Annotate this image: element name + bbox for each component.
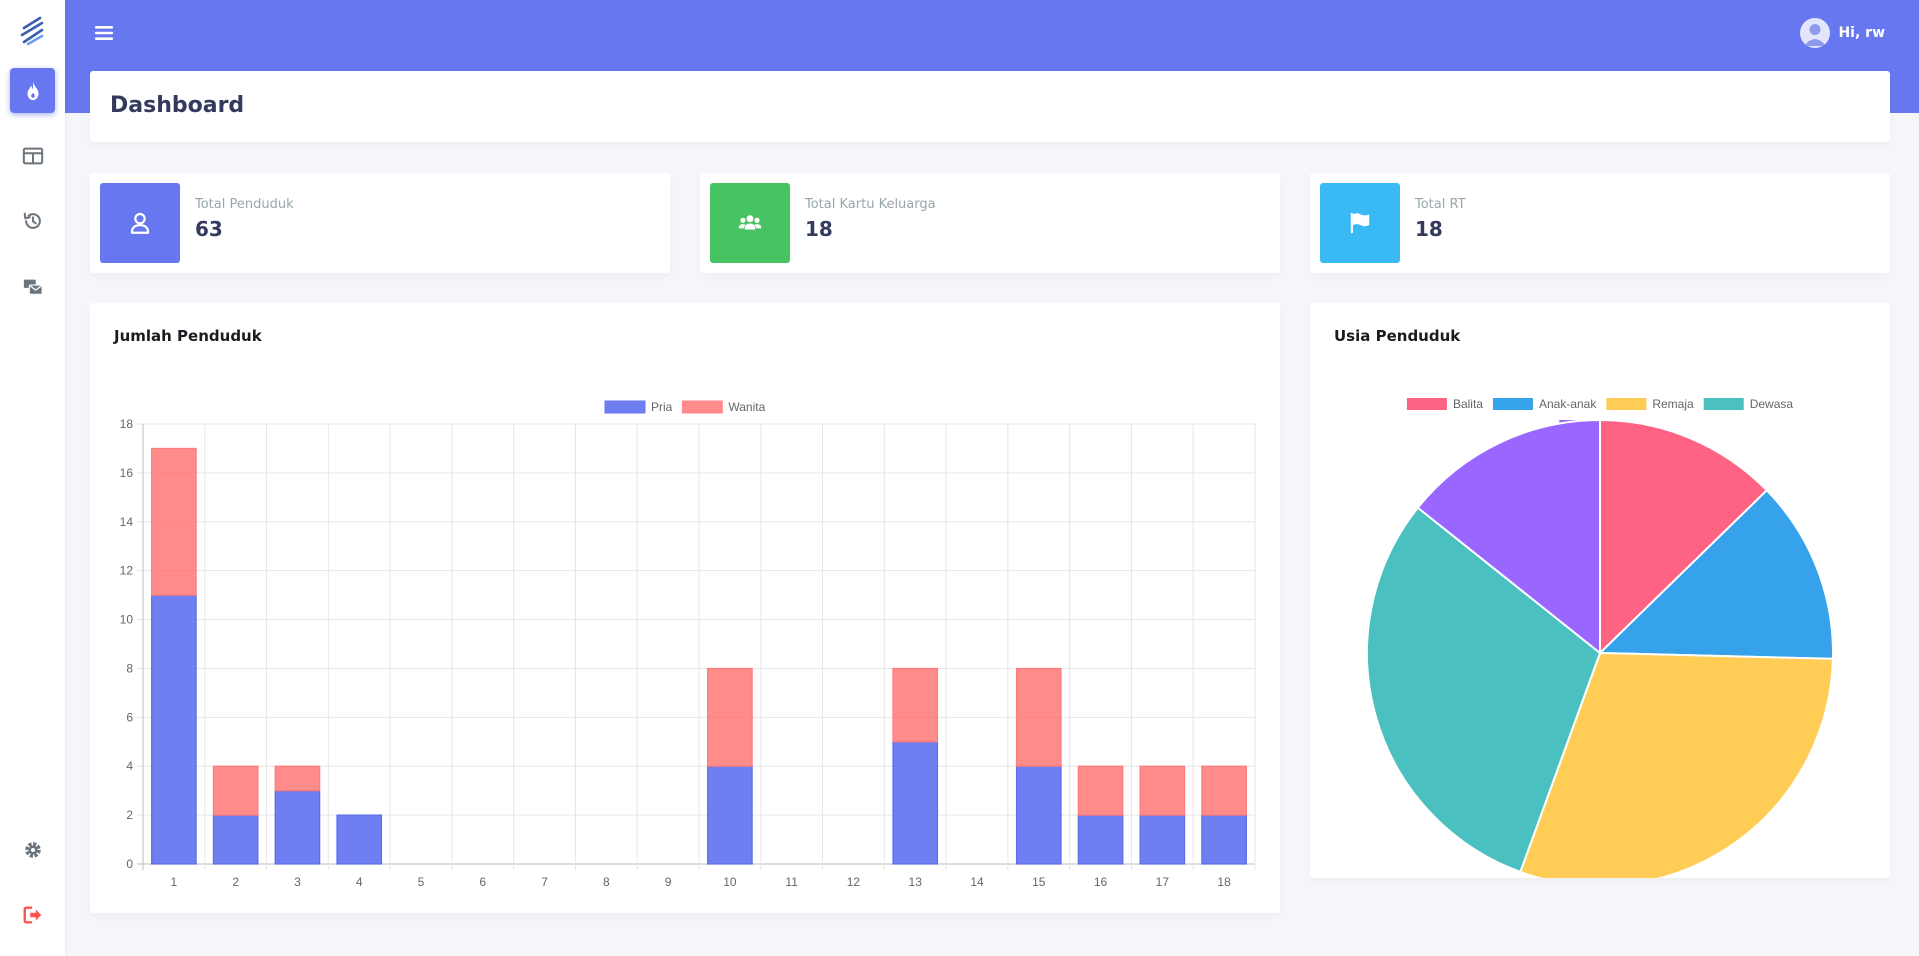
legend-swatch[interactable] (1492, 398, 1533, 410)
users-icon (738, 215, 762, 230)
bar-wanita[interactable] (274, 765, 321, 792)
legend-label[interactable]: Dewasa (1750, 397, 1794, 411)
user-avatar-icon (1804, 24, 1827, 46)
chart-card-jumlah-penduduk: Jumlah Penduduk 0 2 4 6 8 10 12 14 16 18 1 2 3 4 5 6 7 8 9… (90, 303, 1280, 913)
bar-wanita[interactable] (707, 667, 753, 767)
stat-value: 63 (195, 217, 223, 241)
bar-pria[interactable] (1139, 814, 1186, 865)
sidebar-item-history[interactable] (10, 198, 55, 243)
x-tick-label: 12 (847, 875, 861, 889)
y-tick-label: 6 (126, 710, 133, 724)
y-tick-label: 12 (120, 564, 134, 578)
x-tick-label: 9 (665, 875, 672, 889)
x-tick-label: 14 (970, 875, 984, 889)
x-tick-label: 11 (785, 875, 798, 889)
x-tick-label: 5 (418, 875, 425, 889)
x-tick-label: 1 (171, 875, 178, 889)
bar-wanita[interactable] (1139, 765, 1186, 816)
bar-pria[interactable] (892, 741, 939, 865)
stat-card-penduduk: Total Penduduk 63 (90, 173, 670, 273)
y-tick-label: 16 (120, 466, 134, 480)
x-tick-label: 6 (479, 875, 486, 889)
legend-label[interactable]: Remaja (1652, 397, 1694, 411)
bar-pria[interactable] (274, 790, 321, 865)
legend-swatch[interactable] (1606, 398, 1647, 410)
fire-icon (27, 81, 38, 100)
stat-icon-box (100, 183, 180, 263)
bar-wanita[interactable] (1077, 765, 1124, 816)
sidebar (0, 0, 65, 956)
x-tick-label: 7 (541, 875, 548, 889)
pie-chart: BalitaAnak-anakRemajaDewasaLansia (1366, 397, 1834, 878)
legend-label[interactable]: Wanita (728, 400, 765, 414)
sidebar-item-dashboard[interactable] (10, 68, 55, 113)
stat-label: Total Penduduk (195, 197, 294, 212)
y-tick-label: 2 (126, 808, 133, 822)
stat-icon-box (710, 183, 790, 263)
stat-value: 18 (805, 217, 833, 241)
legend-label[interactable]: Balita (1453, 397, 1483, 411)
avatar (1800, 18, 1831, 48)
x-tick-label: 3 (294, 875, 301, 889)
y-tick-label: 10 (120, 613, 134, 627)
bar-pria[interactable] (1201, 814, 1247, 865)
x-tick-label: 8 (603, 875, 610, 889)
stat-label: Total Kartu Keluarga (805, 197, 936, 212)
bar-wanita[interactable] (151, 447, 197, 596)
bar-wanita[interactable] (1015, 667, 1062, 767)
x-tick-label: 15 (1032, 875, 1046, 889)
x-tick-label: 17 (1156, 875, 1170, 889)
x-tick-label: 10 (723, 875, 737, 889)
y-tick-label: 4 (126, 759, 133, 773)
sidebar-item-logout[interactable] (10, 892, 55, 937)
legend-swatch[interactable] (1406, 398, 1447, 410)
legend-swatch[interactable] (681, 400, 723, 414)
x-tick-label: 16 (1094, 875, 1108, 889)
sidebar-item-data[interactable] (10, 133, 55, 178)
history-icon (23, 212, 41, 229)
bar-pria[interactable] (1077, 814, 1124, 865)
bar-pria[interactable] (707, 765, 753, 865)
gear-icon (24, 841, 41, 858)
sidebar-item-settings[interactable] (10, 827, 55, 872)
user-menu[interactable]: Hi, rw (1800, 18, 1885, 48)
bar-pria[interactable] (336, 814, 383, 865)
y-tick-label: 0 (126, 857, 133, 871)
logout-icon (23, 905, 41, 924)
legend-label[interactable]: Pria (651, 400, 673, 414)
bar-chart: 0246810121416181 2 3 4 5 6 7 8 9 10 11 12 13 14 15 16 17… (120, 400, 1256, 889)
menu-toggle-icon[interactable] (95, 24, 113, 42)
bar-wanita[interactable] (1201, 765, 1247, 816)
bar-wanita[interactable] (212, 765, 259, 816)
user-icon (130, 212, 150, 234)
bar-pria[interactable] (151, 594, 197, 865)
stat-value: 18 (1415, 217, 1443, 241)
bar-wanita[interactable] (892, 667, 939, 743)
x-tick-label: 2 (232, 875, 239, 889)
legend-swatch[interactable] (604, 400, 646, 414)
legend-label[interactable]: Anak-anak (1539, 397, 1597, 411)
app-logo-icon[interactable] (20, 16, 46, 46)
section-header: Dashboard (90, 71, 1890, 142)
flag-icon (1350, 212, 1370, 234)
y-tick-label: 18 (120, 417, 134, 431)
x-tick-label: 18 (1217, 875, 1231, 889)
bar-pria[interactable] (1015, 765, 1062, 865)
legend-swatch[interactable] (1703, 398, 1744, 410)
sidebar-item-mail[interactable] (10, 263, 55, 308)
stat-card-kartu-keluarga: Total Kartu Keluarga 18 (700, 173, 1280, 273)
bar-pria[interactable] (212, 814, 259, 865)
x-tick-label: 13 (909, 875, 923, 889)
page-title: Dashboard (110, 93, 245, 118)
y-tick-label: 8 (126, 661, 133, 675)
mail-bulk-icon (23, 279, 43, 295)
user-greeting: Hi, rw (1838, 25, 1885, 41)
y-tick-label: 14 (120, 515, 134, 529)
stat-label: Total RT (1415, 197, 1466, 212)
stat-card-rt: Total RT 18 (1310, 173, 1890, 273)
chart-card-usia-penduduk: Usia Penduduk Balita Anak-anak Remaja Dewas… (1310, 303, 1890, 878)
x-tick-label: 4 (356, 875, 363, 889)
columns-icon (22, 147, 43, 164)
stat-icon-box (1320, 183, 1400, 263)
